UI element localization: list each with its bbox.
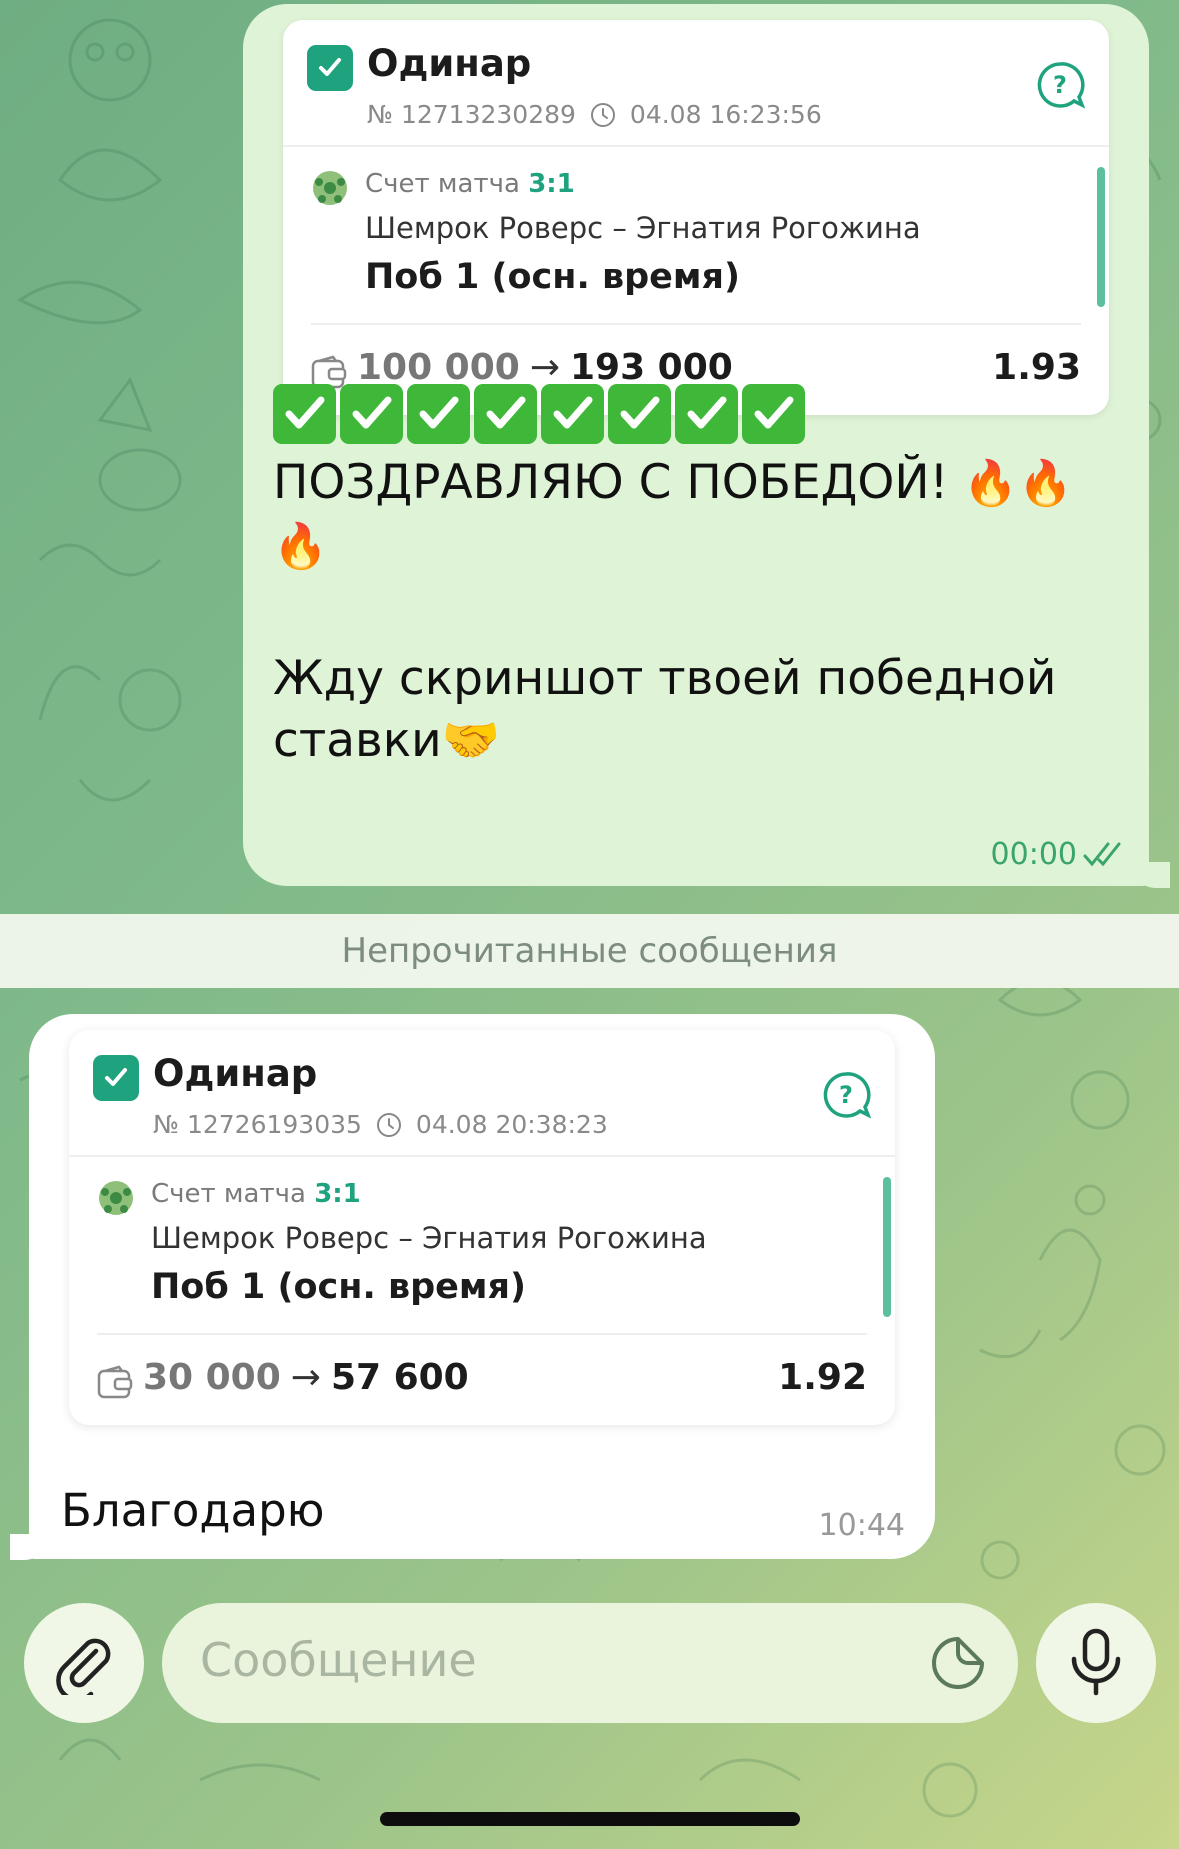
status-bar	[1097, 167, 1105, 307]
unread-messages-divider: Непрочитанные сообщения	[0, 914, 1179, 988]
check-emoji-icon	[407, 384, 470, 444]
match-teams: Шемрок Роверс – Эгнатия Рогожина	[365, 211, 921, 245]
bet-card-body: Счет матча 3:1 Шемрок Роверс – Эгнатия Р…	[311, 147, 1105, 325]
check-emoji-row	[273, 384, 1133, 446]
score-value: 3:1	[314, 1179, 361, 1209]
fire-emoji-icon: 🔥	[963, 458, 1019, 509]
check-emoji-icon	[340, 384, 403, 444]
bet-number: № 12713230289	[367, 100, 576, 129]
soccer-ball-icon	[313, 171, 347, 205]
bet-card-body: Счет матча 3:1 Шемрок Роверс – Эгнатия Р…	[97, 1157, 891, 1335]
incoming-message-bubble[interactable]: Одинар № 12726193035 04.08 20:38:23 ? Сч…	[29, 1014, 935, 1559]
fire-emoji-icon: 🔥	[1018, 458, 1073, 509]
svg-text:?: ?	[1053, 71, 1067, 99]
bet-market: Поб 1 (осн. время)	[151, 1267, 526, 1307]
sticker-icon[interactable]	[930, 1635, 986, 1691]
request-line: Жду скриншот твоей победной ставки🤝	[273, 648, 1133, 772]
request-text: Жду скриншот твоей победной ставки	[273, 651, 1057, 768]
handshake-emoji-icon: 🤝	[441, 713, 501, 768]
help-question-icon[interactable]: ?	[1035, 60, 1085, 110]
payout-amount: 193 000	[570, 347, 733, 388]
checkbox-icon	[307, 45, 353, 91]
match-score: Счет матча 3:1	[151, 1179, 361, 1209]
check-emoji-icon	[742, 384, 805, 444]
bet-type-title: Одинар	[367, 42, 532, 85]
paperclip-icon	[56, 1638, 111, 1695]
bet-card-footer: 30 000 → 57 600 1.92	[69, 1335, 895, 1425]
status-bar	[883, 1177, 891, 1317]
stake-amount: 30 000	[143, 1357, 281, 1398]
attach-button[interactable]	[24, 1603, 144, 1723]
check-emoji-icon	[608, 384, 671, 444]
microphone-button[interactable]	[1036, 1603, 1156, 1723]
home-indicator[interactable]	[380, 1812, 800, 1826]
bet-amounts: 100 000 → 193 000	[357, 347, 733, 388]
incoming-timestamp: 10:44	[818, 1508, 905, 1543]
bet-type-title: Одинар	[153, 1052, 318, 1095]
congrats-line: ПОЗДРАВЛЯЮ С ПОБЕДОЙ! 🔥🔥	[273, 452, 1133, 515]
bet-card[interactable]: Одинар № 12713230289 04.08 16:23:56 ? Сч…	[283, 20, 1109, 415]
bet-datetime: 04.08 20:38:23	[415, 1110, 608, 1139]
outgoing-message-bubble[interactable]: Одинар № 12713230289 04.08 16:23:56 ? Сч…	[243, 4, 1149, 886]
clock-icon	[590, 102, 615, 127]
bet-amounts: 30 000 → 57 600	[143, 1357, 469, 1398]
check-emoji-icon	[273, 384, 336, 444]
wallet-icon	[97, 1365, 133, 1399]
payout-amount: 57 600	[330, 1357, 469, 1398]
outgoing-message-text: ПОЗДРАВЛЯЮ С ПОБЕДОЙ! 🔥🔥 🔥 Жду скриншот …	[273, 384, 1133, 772]
bet-number: № 12726193035	[153, 1110, 362, 1139]
check-emoji-icon	[675, 384, 738, 444]
bet-meta: № 12713230289 04.08 16:23:56	[367, 100, 822, 129]
checkbox-icon	[93, 1055, 139, 1101]
bet-card[interactable]: Одинар № 12726193035 04.08 20:38:23 ? Сч…	[69, 1030, 895, 1425]
stake-amount: 100 000	[357, 347, 520, 388]
message-time: 00:00	[990, 837, 1077, 872]
bet-card-header: Одинар № 12713230289 04.08 16:23:56 ?	[283, 20, 1109, 147]
match-score: Счет матча 3:1	[365, 169, 575, 199]
microphone-icon	[1071, 1628, 1121, 1696]
check-emoji-icon	[541, 384, 604, 444]
message-placeholder: Сообщение	[200, 1633, 477, 1687]
bet-odds: 1.93	[992, 347, 1081, 388]
clock-icon	[376, 1112, 401, 1137]
help-question-icon[interactable]: ?	[821, 1070, 871, 1120]
match-teams: Шемрок Роверс – Эгнатия Рогожина	[151, 1221, 707, 1255]
outgoing-timestamp: 00:00	[991, 837, 1127, 872]
message-input[interactable]: Сообщение	[162, 1603, 1018, 1723]
bet-card-header: Одинар № 12726193035 04.08 20:38:23 ?	[69, 1030, 895, 1157]
score-value: 3:1	[528, 169, 575, 199]
soccer-ball-icon	[99, 1181, 133, 1215]
congrats-text: ПОЗДРАВЛЯЮ С ПОБЕДОЙ!	[273, 455, 949, 510]
bet-odds: 1.92	[778, 1357, 867, 1398]
bet-meta: № 12726193035 04.08 20:38:23	[153, 1110, 608, 1139]
double-check-icon	[1083, 842, 1121, 866]
bet-market: Поб 1 (осн. время)	[365, 257, 740, 297]
fire-emoji-icon: 🔥	[273, 521, 328, 572]
incoming-message-text: Благодарю	[61, 1484, 325, 1537]
check-emoji-icon	[474, 384, 537, 444]
svg-text:?: ?	[839, 1081, 853, 1109]
bet-datetime: 04.08 16:23:56	[629, 100, 822, 129]
